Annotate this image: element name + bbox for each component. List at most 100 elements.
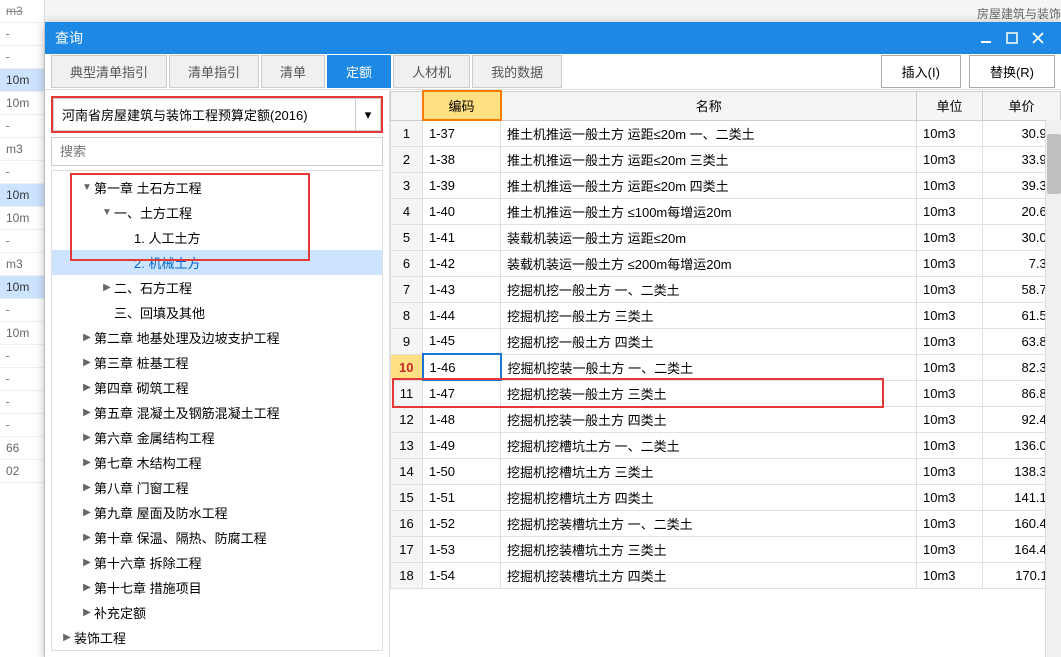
chevron-right-icon[interactable]: ▶ xyxy=(80,457,94,468)
cell-unit[interactable]: 10m3 xyxy=(917,432,983,458)
chevron-right-icon[interactable]: ▶ xyxy=(80,482,94,493)
table-row[interactable]: 21-38推土机推运一般土方 运距≤20m 三类土10m333.93 xyxy=(391,146,1061,172)
tree-item[interactable]: ▶第四章 砌筑工程 xyxy=(52,375,382,400)
tree-item[interactable]: 1. 人工土方 xyxy=(52,225,382,250)
tree-item[interactable]: ▶第二章 地基处理及边坡支护工程 xyxy=(52,325,382,350)
cell-unit[interactable]: 10m3 xyxy=(917,380,983,406)
cell-code[interactable]: 1-40 xyxy=(423,198,501,224)
cell-unit[interactable]: 10m3 xyxy=(917,458,983,484)
cell-name[interactable]: 挖掘机挖一般土方 四类土 xyxy=(501,328,917,354)
cell-name[interactable]: 推土机推运一般土方 运距≤20m 四类土 xyxy=(501,172,917,198)
cell-code[interactable]: 1-41 xyxy=(423,224,501,250)
cell-unit[interactable]: 10m3 xyxy=(917,198,983,224)
cell-unit[interactable]: 10m3 xyxy=(917,562,983,588)
chevron-right-icon[interactable]: ▶ xyxy=(80,582,94,593)
cell-unit[interactable]: 10m3 xyxy=(917,510,983,536)
chevron-right-icon[interactable]: ▶ xyxy=(60,632,74,643)
table-row[interactable]: 181-54挖掘机挖装槽坑土方 四类土10m3170.11 xyxy=(391,562,1061,588)
cell-code[interactable]: 1-37 xyxy=(423,120,501,146)
cell-name[interactable]: 挖掘机挖一般土方 三类土 xyxy=(501,302,917,328)
close-button[interactable] xyxy=(1025,28,1051,48)
cell-name[interactable]: 挖掘机挖装一般土方 四类土 xyxy=(501,406,917,432)
chevron-right-icon[interactable]: ▶ xyxy=(100,282,114,293)
tab-3[interactable]: 定额 xyxy=(327,55,391,88)
chevron-right-icon[interactable]: ▶ xyxy=(80,357,94,368)
cell-name[interactable]: 挖掘机挖装槽坑土方 四类土 xyxy=(501,562,917,588)
cell-code[interactable]: 1-45 xyxy=(423,328,501,354)
chevron-right-icon[interactable]: ▶ xyxy=(80,432,94,443)
tree-item[interactable]: ▶第五章 混凝土及钢筋混凝土工程 xyxy=(52,400,382,425)
table-row[interactable]: 131-49挖掘机挖槽坑土方 一、二类土10m3136.03 xyxy=(391,432,1061,458)
combo-dropdown-icon[interactable]: ▾ xyxy=(355,98,381,131)
cell-unit[interactable]: 10m3 xyxy=(917,536,983,562)
tree-item[interactable]: 三、回填及其他 xyxy=(52,300,382,325)
cell-unit[interactable]: 10m3 xyxy=(917,354,983,380)
cell-code[interactable]: 1-44 xyxy=(423,302,501,328)
cell-name[interactable]: 挖掘机挖装一般土方 一、二类土 xyxy=(501,354,917,380)
table-row[interactable]: 141-50挖掘机挖槽坑土方 三类土10m3138.33 xyxy=(391,458,1061,484)
table-row[interactable]: 161-52挖掘机挖装槽坑土方 一、二类土10m3160.46 xyxy=(391,510,1061,536)
table-row[interactable]: 71-43挖掘机挖一般土方 一、二类土10m358.77 xyxy=(391,276,1061,302)
chevron-down-icon[interactable]: ▼ xyxy=(100,207,114,218)
table-row[interactable]: 91-45挖掘机挖一般土方 四类土10m363.84 xyxy=(391,328,1061,354)
cell-name[interactable]: 推土机推运一般土方 运距≤20m 三类土 xyxy=(501,146,917,172)
quota-combo[interactable]: 河南省房屋建筑与装饰工程预算定额(2016) xyxy=(53,98,355,131)
cell-unit[interactable]: 10m3 xyxy=(917,406,983,432)
cell-code[interactable]: 1-52 xyxy=(423,510,501,536)
cell-unit[interactable]: 10m3 xyxy=(917,146,983,172)
search-input[interactable] xyxy=(51,137,383,166)
cell-code[interactable]: 1-53 xyxy=(423,536,501,562)
tree-item[interactable]: ▶二、石方工程 xyxy=(52,275,382,300)
tree-item[interactable]: 2. 机械土方 xyxy=(52,250,382,275)
cell-unit[interactable]: 10m3 xyxy=(917,302,983,328)
tab-0[interactable]: 典型清单指引 xyxy=(51,55,167,88)
tab-1[interactable]: 清单指引 xyxy=(169,55,259,88)
tree-item[interactable]: ▶装饰工程 xyxy=(52,625,382,650)
cell-unit[interactable]: 10m3 xyxy=(917,120,983,146)
tree-item[interactable]: ▶第十七章 措施项目 xyxy=(52,575,382,600)
table-row[interactable]: 41-40推土机推运一般土方 ≤100m每增运20m10m320.69 xyxy=(391,198,1061,224)
cell-name[interactable]: 挖掘机挖槽坑土方 三类土 xyxy=(501,458,917,484)
cell-code[interactable]: 1-51 xyxy=(423,484,501,510)
cell-code[interactable]: 1-38 xyxy=(423,146,501,172)
cell-unit[interactable]: 10m3 xyxy=(917,484,983,510)
cell-code[interactable]: 1-49 xyxy=(423,432,501,458)
tree-item[interactable]: ▼一、土方工程 xyxy=(52,200,382,225)
cell-code[interactable]: 1-54 xyxy=(423,562,501,588)
chevron-right-icon[interactable]: ▶ xyxy=(80,332,94,343)
tree-item[interactable]: ▶第三章 桩基工程 xyxy=(52,350,382,375)
minimize-button[interactable] xyxy=(973,28,999,48)
cell-name[interactable]: 推土机推运一般土方 运距≤20m 一、二类土 xyxy=(501,120,917,146)
tree-item[interactable]: ▶第十六章 拆除工程 xyxy=(52,550,382,575)
tree-item[interactable]: ▶第七章 木结构工程 xyxy=(52,450,382,475)
tree-item[interactable]: ▶第八章 门窗工程 xyxy=(52,475,382,500)
table-row[interactable]: 151-51挖掘机挖槽坑土方 四类土10m3141.13 xyxy=(391,484,1061,510)
cell-unit[interactable]: 10m3 xyxy=(917,276,983,302)
cell-name[interactable]: 挖掘机挖装槽坑土方 三类土 xyxy=(501,536,917,562)
chevron-right-icon[interactable]: ▶ xyxy=(80,507,94,518)
cell-name[interactable]: 挖掘机挖一般土方 一、二类土 xyxy=(501,276,917,302)
tab-4[interactable]: 人材机 xyxy=(393,55,470,88)
chevron-right-icon[interactable]: ▶ xyxy=(80,557,94,568)
table-row[interactable]: 101-46挖掘机挖装一般土方 一、二类土10m382.33 xyxy=(391,354,1061,380)
table-row[interactable]: 11-37推土机推运一般土方 运距≤20m 一、二类土10m330.96 xyxy=(391,120,1061,146)
chevron-right-icon[interactable]: ▶ xyxy=(80,407,94,418)
chevron-right-icon[interactable]: ▶ xyxy=(80,382,94,393)
cell-code[interactable]: 1-47 xyxy=(423,380,501,406)
cell-unit[interactable]: 10m3 xyxy=(917,328,983,354)
cell-name[interactable]: 挖掘机挖槽坑土方 一、二类土 xyxy=(501,432,917,458)
tab-2[interactable]: 清单 xyxy=(261,55,325,88)
data-grid[interactable]: 编码 名称 单位 单价 11-37推土机推运一般土方 运距≤20m 一、二类土1… xyxy=(390,90,1061,589)
table-row[interactable]: 81-44挖掘机挖一般土方 三类土10m361.54 xyxy=(391,302,1061,328)
cell-unit[interactable]: 10m3 xyxy=(917,250,983,276)
header-code[interactable]: 编码 xyxy=(423,91,501,120)
cell-unit[interactable]: 10m3 xyxy=(917,172,983,198)
insert-button[interactable]: 插入(I) xyxy=(881,55,961,88)
cell-name[interactable]: 挖掘机挖槽坑土方 四类土 xyxy=(501,484,917,510)
chevron-down-icon[interactable]: ▼ xyxy=(80,182,94,193)
cell-code[interactable]: 1-39 xyxy=(423,172,501,198)
cell-code[interactable]: 1-43 xyxy=(423,276,501,302)
table-row[interactable]: 51-41装载机装运一般土方 运距≤20m10m330.08 xyxy=(391,224,1061,250)
table-row[interactable]: 61-42装载机装运一般土方 ≤200m每增运20m10m37.39 xyxy=(391,250,1061,276)
tree-item[interactable]: ▶第十章 保温、隔热、防腐工程 xyxy=(52,525,382,550)
